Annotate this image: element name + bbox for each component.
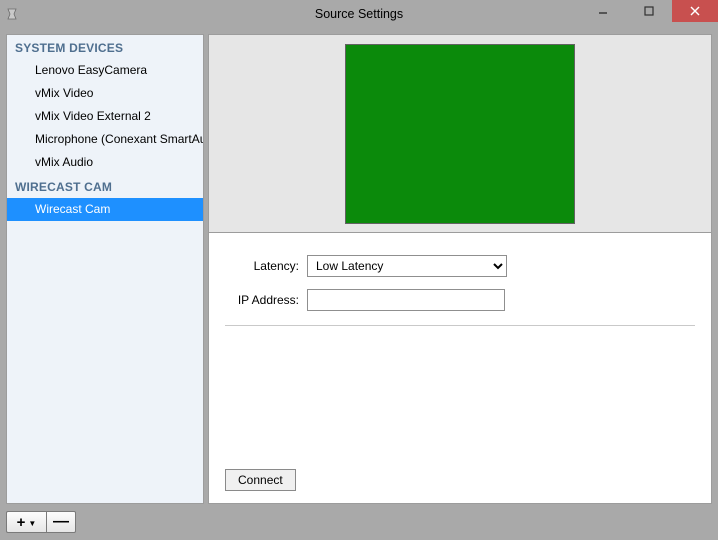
- client-area: SYSTEM DEVICES Lenovo EasyCamera vMix Vi…: [0, 28, 718, 540]
- button-row: Connect: [225, 461, 695, 491]
- window-controls: [580, 0, 718, 22]
- group-header-system-devices: SYSTEM DEVICES: [7, 35, 203, 59]
- ip-address-input[interactable]: [307, 289, 505, 311]
- video-preview: [345, 44, 575, 224]
- bottom-bar: + ▼ —: [6, 504, 712, 534]
- add-remove-group: + ▼ —: [6, 511, 76, 533]
- maximize-button[interactable]: [626, 0, 672, 22]
- connect-button[interactable]: Connect: [225, 469, 296, 491]
- app-icon: [0, 0, 24, 28]
- group-header-wirecast-cam: WIRECAST CAM: [7, 174, 203, 198]
- device-item[interactable]: Microphone (Conexant SmartAudio: [7, 128, 203, 151]
- device-item[interactable]: vMix Video External 2: [7, 105, 203, 128]
- latency-label: Latency:: [225, 259, 307, 273]
- caret-down-icon: ▼: [28, 519, 36, 528]
- device-item[interactable]: Lenovo EasyCamera: [7, 59, 203, 82]
- settings-divider: [225, 325, 695, 326]
- settings-area: Latency: Low Latency IP Address: Connect: [209, 233, 711, 503]
- minus-icon: —: [53, 518, 69, 526]
- ip-address-label: IP Address:: [225, 293, 307, 307]
- source-settings-window: Source Settings SYSTEM DEVICES Lenovo Ea…: [0, 0, 718, 540]
- close-button[interactable]: [672, 0, 718, 22]
- latency-row: Latency: Low Latency: [225, 255, 695, 277]
- titlebar: Source Settings: [0, 0, 718, 28]
- main-panels: SYSTEM DEVICES Lenovo EasyCamera vMix Vi…: [6, 34, 712, 504]
- device-item[interactable]: vMix Audio: [7, 151, 203, 174]
- device-item[interactable]: Wirecast Cam: [7, 198, 203, 221]
- minimize-button[interactable]: [580, 0, 626, 22]
- right-column: Latency: Low Latency IP Address: Connect: [208, 34, 712, 504]
- device-item[interactable]: vMix Video: [7, 82, 203, 105]
- latency-select[interactable]: Low Latency: [307, 255, 507, 277]
- plus-icon: +: [17, 515, 26, 530]
- ip-row: IP Address:: [225, 289, 695, 311]
- add-source-button[interactable]: + ▼: [6, 511, 46, 533]
- preview-area: [209, 35, 711, 233]
- device-sidebar: SYSTEM DEVICES Lenovo EasyCamera vMix Vi…: [6, 34, 204, 504]
- remove-source-button[interactable]: —: [46, 511, 76, 533]
